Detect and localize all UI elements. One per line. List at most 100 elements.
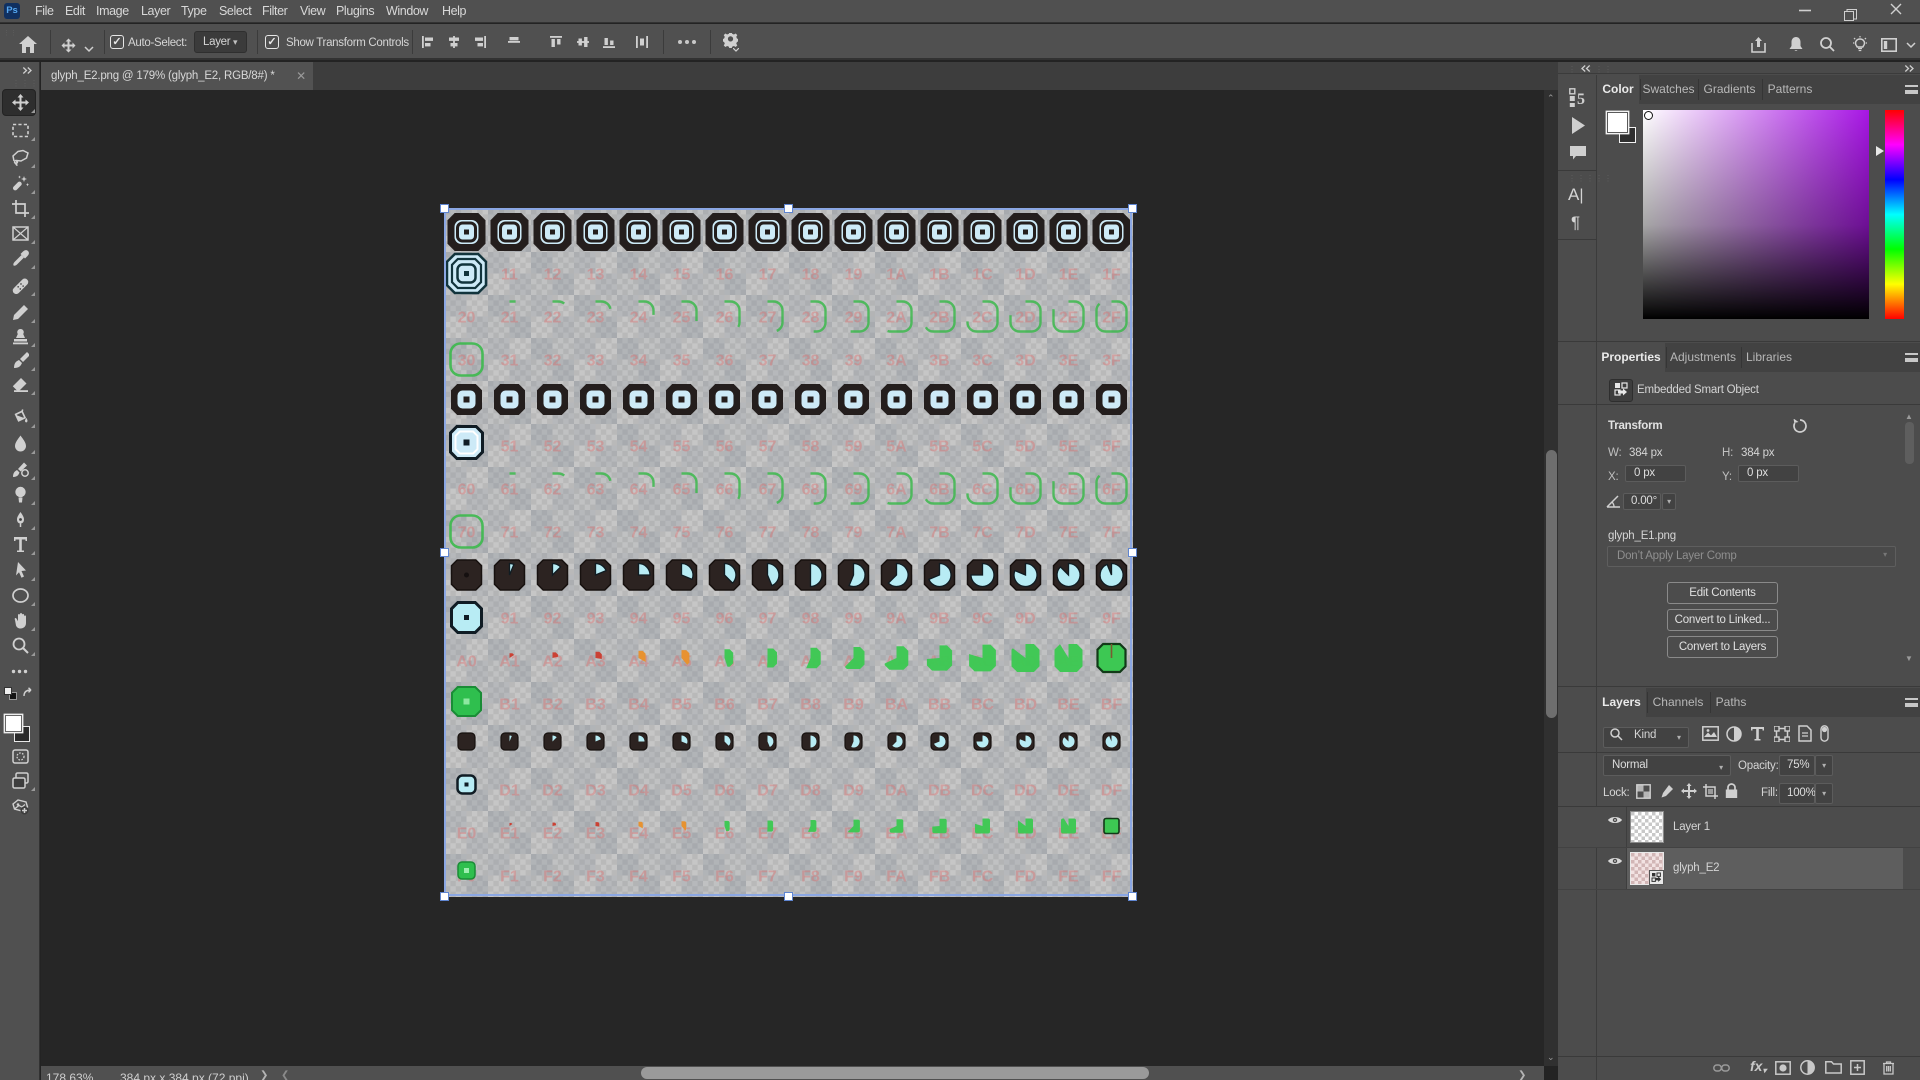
svg-text:12: 12: [544, 267, 562, 284]
svg-text:94: 94: [630, 611, 648, 628]
svg-text:93: 93: [587, 611, 605, 628]
svg-text:1D: 1D: [1015, 267, 1035, 284]
svg-text:99: 99: [845, 611, 863, 628]
svg-text:D7: D7: [757, 783, 778, 800]
svg-text:37: 37: [759, 353, 777, 370]
svg-text:3A: 3A: [886, 353, 907, 370]
svg-text:23: 23: [587, 310, 605, 327]
svg-text:28: 28: [802, 310, 820, 327]
svg-text:34: 34: [630, 353, 648, 370]
svg-text:26: 26: [716, 310, 734, 327]
svg-text:A0: A0: [456, 654, 477, 671]
svg-text:B7: B7: [757, 697, 778, 714]
svg-text:62: 62: [544, 482, 562, 499]
svg-text:2C: 2C: [972, 310, 993, 327]
svg-text:7E: 7E: [1059, 525, 1079, 542]
svg-text:2B: 2B: [929, 310, 949, 327]
svg-text:53: 53: [587, 439, 605, 456]
svg-text:7F: 7F: [1102, 525, 1121, 542]
svg-text:E5: E5: [672, 826, 692, 843]
svg-text:92: 92: [544, 611, 562, 628]
svg-text:1B: 1B: [929, 267, 949, 284]
svg-text:9B: 9B: [929, 611, 949, 628]
svg-text:3F: 3F: [1102, 353, 1121, 370]
svg-text:6D: 6D: [1015, 482, 1035, 499]
svg-text:E1: E1: [500, 826, 520, 843]
svg-text:69: 69: [845, 482, 863, 499]
svg-text:5E: 5E: [1059, 439, 1079, 456]
svg-text:1A: 1A: [886, 267, 907, 284]
svg-text:F5: F5: [672, 869, 691, 886]
svg-text:52: 52: [544, 439, 562, 456]
svg-text:FE: FE: [1058, 869, 1079, 886]
svg-text:3D: 3D: [1015, 353, 1035, 370]
svg-text:D8: D8: [800, 783, 821, 800]
svg-text:14: 14: [630, 267, 648, 284]
svg-text:67: 67: [759, 482, 777, 499]
svg-text:2F: 2F: [1102, 310, 1121, 327]
svg-text:63: 63: [587, 482, 605, 499]
svg-text:7D: 7D: [1015, 525, 1035, 542]
svg-text:64: 64: [630, 482, 648, 499]
svg-text:33: 33: [587, 353, 605, 370]
svg-text:D9: D9: [843, 783, 864, 800]
svg-text:60: 60: [458, 482, 476, 499]
svg-text:B1: B1: [499, 697, 520, 714]
svg-text:E0: E0: [457, 826, 477, 843]
svg-text:31: 31: [501, 353, 519, 370]
svg-text:3B: 3B: [929, 353, 949, 370]
svg-text:66: 66: [716, 482, 734, 499]
svg-text:65: 65: [673, 482, 691, 499]
svg-text:F7: F7: [758, 869, 777, 886]
svg-text:FA: FA: [886, 869, 907, 886]
svg-text:9D: 9D: [1015, 611, 1035, 628]
svg-text:70: 70: [458, 525, 476, 542]
svg-text:1F: 1F: [1102, 267, 1121, 284]
svg-text:5B: 5B: [929, 439, 949, 456]
svg-text:D1: D1: [499, 783, 520, 800]
svg-text:9F: 9F: [1102, 611, 1121, 628]
svg-text:B2: B2: [542, 697, 563, 714]
svg-text:5: 5: [1577, 91, 1585, 108]
svg-text:F8: F8: [801, 869, 820, 886]
svg-text:F9: F9: [844, 869, 863, 886]
svg-text:11: 11: [501, 267, 518, 284]
svg-text:DF: DF: [1101, 783, 1123, 800]
svg-text:25: 25: [673, 310, 691, 327]
svg-text:F3: F3: [586, 869, 605, 886]
svg-text:39: 39: [845, 353, 863, 370]
svg-text:E3: E3: [586, 826, 606, 843]
svg-text:F2: F2: [543, 869, 562, 886]
svg-text:FB: FB: [929, 869, 950, 886]
svg-text:B6: B6: [714, 697, 735, 714]
svg-text:2D: 2D: [1015, 310, 1035, 327]
svg-text:5F: 5F: [1102, 439, 1121, 456]
svg-text:91: 91: [501, 611, 519, 628]
svg-text:57: 57: [759, 439, 777, 456]
svg-text:9C: 9C: [972, 611, 993, 628]
svg-text:6E: 6E: [1059, 482, 1079, 499]
svg-text:D5: D5: [671, 783, 692, 800]
svg-text:3E: 3E: [1059, 353, 1079, 370]
svg-text:58: 58: [802, 439, 820, 456]
svg-text:95: 95: [673, 611, 691, 628]
svg-text:7C: 7C: [972, 525, 993, 542]
svg-text:1E: 1E: [1059, 267, 1079, 284]
svg-text:E2: E2: [543, 826, 563, 843]
svg-text:32: 32: [544, 353, 562, 370]
svg-text:55: 55: [673, 439, 691, 456]
svg-text:9E: 9E: [1059, 611, 1079, 628]
svg-text:BF: BF: [1101, 697, 1123, 714]
svg-text:76: 76: [716, 525, 734, 542]
svg-text:7B: 7B: [929, 525, 949, 542]
svg-text:78: 78: [802, 525, 820, 542]
svg-text:61: 61: [501, 482, 519, 499]
svg-text:5A: 5A: [886, 439, 907, 456]
svg-text:15: 15: [673, 267, 691, 284]
svg-text:24: 24: [630, 310, 648, 327]
svg-text:9A: 9A: [886, 611, 907, 628]
svg-text:5C: 5C: [972, 439, 993, 456]
svg-text:BE: BE: [1057, 697, 1080, 714]
svg-text:21: 21: [501, 310, 519, 327]
svg-text:35: 35: [673, 353, 691, 370]
